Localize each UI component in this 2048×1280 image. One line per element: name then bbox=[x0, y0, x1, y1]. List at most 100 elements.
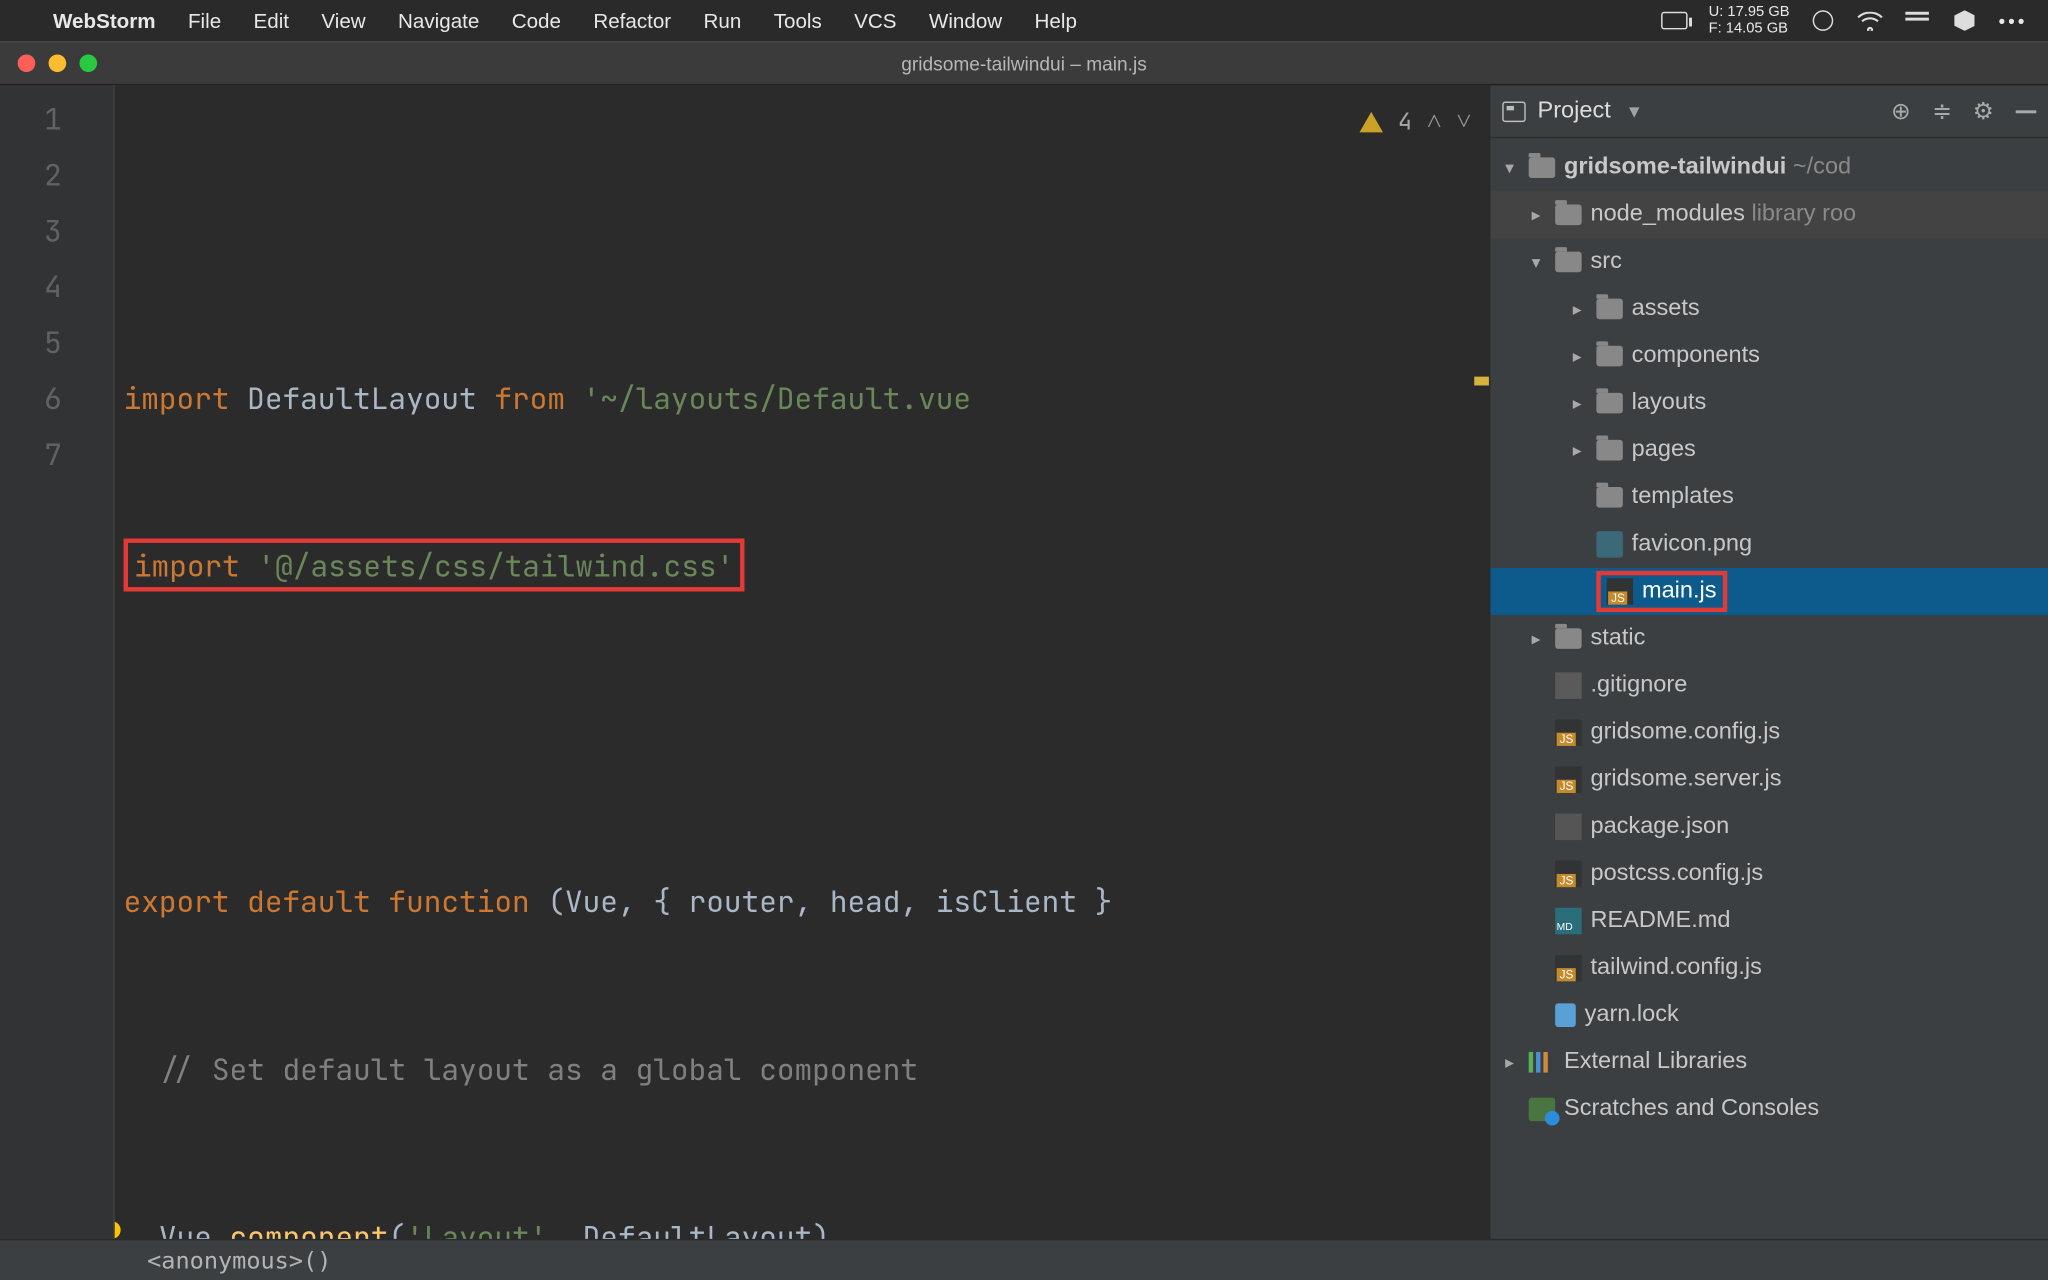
warning-icon bbox=[1360, 112, 1384, 133]
tree-file-postcss-config[interactable]: postcss.config.js bbox=[1490, 850, 2048, 897]
prev-highlight-icon[interactable]: ˄ bbox=[1427, 94, 1442, 150]
folder-icon bbox=[1596, 487, 1622, 508]
menu-vcs[interactable]: VCS bbox=[854, 9, 896, 33]
tree-node-layouts[interactable]: layouts bbox=[1490, 380, 2048, 427]
folder-icon bbox=[1555, 252, 1581, 273]
intention-bulb-icon[interactable] bbox=[115, 1221, 124, 1239]
project-view-label[interactable]: Project bbox=[1538, 98, 1611, 124]
window-minimize-button[interactable] bbox=[49, 54, 67, 72]
tree-file-gridsome-config[interactable]: gridsome.config.js bbox=[1490, 709, 2048, 756]
menu-refactor[interactable]: Refactor bbox=[593, 9, 671, 33]
webstorm-window: WebStorm File Edit View Navigate Code Re… bbox=[0, 0, 2048, 1280]
tree-file-package-json[interactable]: package.json bbox=[1490, 803, 2048, 850]
folder-icon bbox=[1555, 205, 1581, 226]
app-name-menu[interactable]: WebStorm bbox=[53, 9, 156, 33]
folder-icon bbox=[1596, 346, 1622, 367]
tree-node-assets[interactable]: assets bbox=[1490, 285, 2048, 332]
project-header: Project ▼ ⊕ ≑ ⚙ bbox=[1490, 85, 2048, 138]
control-center-icon[interactable] bbox=[1904, 10, 1930, 31]
tree-file-mainjs[interactable]: main.js bbox=[1490, 568, 2048, 615]
tree-file-favicon[interactable]: favicon.png bbox=[1490, 521, 2048, 568]
menu-run[interactable]: Run bbox=[704, 9, 742, 33]
tree-node-pages[interactable]: pages bbox=[1490, 427, 2048, 474]
tree-node-node-modules[interactable]: node_modules library roo bbox=[1490, 191, 2048, 238]
disk-usage-indicator[interactable]: U: 17.95 GB F: 14.05 GB bbox=[1709, 4, 1790, 36]
select-opened-file-icon[interactable]: ⊕ bbox=[1886, 96, 1915, 125]
folder-icon bbox=[1555, 628, 1581, 649]
image-file-icon bbox=[1596, 531, 1622, 557]
do-not-disturb-icon[interactable] bbox=[1810, 10, 1836, 31]
tree-node-src[interactable]: src bbox=[1490, 238, 2048, 285]
js-file-icon bbox=[1555, 767, 1581, 793]
folder-icon bbox=[1596, 393, 1622, 414]
tree-external-libraries[interactable]: External Libraries bbox=[1490, 1039, 2048, 1086]
line-number: 4 bbox=[0, 259, 88, 315]
markdown-file-icon bbox=[1555, 908, 1581, 934]
folder-icon bbox=[1596, 440, 1622, 461]
tree-node-static[interactable]: static bbox=[1490, 615, 2048, 662]
project-view-icon bbox=[1502, 101, 1526, 122]
scratches-icon bbox=[1529, 1098, 1555, 1122]
tree-file-yarn-lock[interactable]: yarn.lock bbox=[1490, 992, 2048, 1039]
menu-edit[interactable]: Edit bbox=[254, 9, 289, 33]
code-editor[interactable]: 1 2 3 4 5 6 7 4 ˄ ˅ bbox=[0, 85, 1489, 1238]
tree-node-templates[interactable]: templates bbox=[1490, 474, 2048, 521]
window-close-button[interactable] bbox=[18, 54, 36, 72]
lock-file-icon bbox=[1555, 1003, 1576, 1027]
warning-count: 4 bbox=[1398, 94, 1412, 150]
toolbox-icon[interactable] bbox=[1951, 10, 1977, 31]
project-tool-window[interactable]: Project ▼ ⊕ ≑ ⚙ gridsome-tailwindui ~/co… bbox=[1489, 85, 2048, 1238]
menu-code[interactable]: Code bbox=[512, 9, 561, 33]
code-area[interactable]: 4 ˄ ˅ import DefaultLayout from '~/layou… bbox=[115, 85, 1489, 1238]
window-title: gridsome-tailwindui – main.js bbox=[0, 52, 2048, 74]
menu-navigate[interactable]: Navigate bbox=[398, 9, 479, 33]
window-zoom-button[interactable] bbox=[79, 54, 97, 72]
hide-tool-window-icon[interactable] bbox=[2016, 110, 2037, 113]
folder-icon bbox=[1529, 157, 1555, 178]
highlighted-file: main.js bbox=[1596, 571, 1726, 612]
status-tray: U: 17.95 GB F: 14.05 GB ••• bbox=[1662, 4, 2028, 36]
project-root[interactable]: gridsome-tailwindui ~/cod bbox=[1490, 144, 2048, 191]
line-number: 6 bbox=[0, 371, 88, 427]
line-number: 1 bbox=[0, 91, 88, 147]
window-controls bbox=[18, 54, 97, 72]
line-number: 3 bbox=[0, 203, 88, 259]
js-file-icon bbox=[1555, 719, 1581, 745]
tree-node-components[interactable]: components bbox=[1490, 333, 2048, 380]
overflow-menu-icon[interactable]: ••• bbox=[1999, 10, 2028, 32]
project-tree[interactable]: gridsome-tailwindui ~/cod node_modules l… bbox=[1490, 138, 2048, 1239]
main-area: 1 2 3 4 5 6 7 4 ˄ ˅ bbox=[0, 85, 2048, 1238]
line-number: 2 bbox=[0, 147, 88, 203]
menu-file[interactable]: File bbox=[188, 9, 221, 33]
line-number: 7 bbox=[0, 427, 88, 483]
libraries-icon bbox=[1529, 1052, 1555, 1073]
gitignore-file-icon bbox=[1555, 672, 1581, 698]
expand-all-icon[interactable]: ≑ bbox=[1927, 96, 1956, 125]
wifi-icon[interactable] bbox=[1857, 10, 1883, 31]
js-file-icon bbox=[1607, 578, 1633, 604]
menu-tools[interactable]: Tools bbox=[774, 9, 822, 33]
json-file-icon bbox=[1555, 814, 1581, 840]
project-view-dropdown-icon[interactable]: ▼ bbox=[1625, 101, 1642, 122]
js-file-icon bbox=[1555, 955, 1581, 981]
tree-scratches[interactable]: Scratches and Consoles bbox=[1490, 1086, 2048, 1133]
folder-icon bbox=[1596, 299, 1622, 320]
breadcrumb-bar: <anonymous>() bbox=[0, 1239, 2048, 1280]
menu-window[interactable]: Window bbox=[929, 9, 1002, 33]
menu-view[interactable]: View bbox=[321, 9, 365, 33]
breadcrumb-text: <anonymous>() bbox=[147, 1246, 331, 1274]
inspection-widget[interactable]: 4 ˄ ˅ bbox=[1360, 94, 1472, 150]
menu-help[interactable]: Help bbox=[1035, 9, 1077, 33]
battery-charging-icon[interactable] bbox=[1662, 10, 1688, 31]
tree-file-gridsome-server[interactable]: gridsome.server.js bbox=[1490, 756, 2048, 803]
window-titlebar: gridsome-tailwindui – main.js bbox=[0, 41, 2048, 85]
highlighted-import-line: import '@/assets/css/tailwind.css' bbox=[124, 538, 745, 591]
line-number: 5 bbox=[0, 315, 88, 371]
tree-file-readme[interactable]: README.md bbox=[1490, 897, 2048, 944]
line-number-gutter: 1 2 3 4 5 6 7 bbox=[0, 85, 88, 1238]
next-highlight-icon[interactable]: ˅ bbox=[1456, 94, 1471, 150]
fold-gutter[interactable] bbox=[88, 85, 114, 1238]
tree-file-gitignore[interactable]: .gitignore bbox=[1490, 662, 2048, 709]
tree-file-tailwind-config[interactable]: tailwind.config.js bbox=[1490, 945, 2048, 992]
settings-gear-icon[interactable]: ⚙ bbox=[1969, 96, 1998, 125]
